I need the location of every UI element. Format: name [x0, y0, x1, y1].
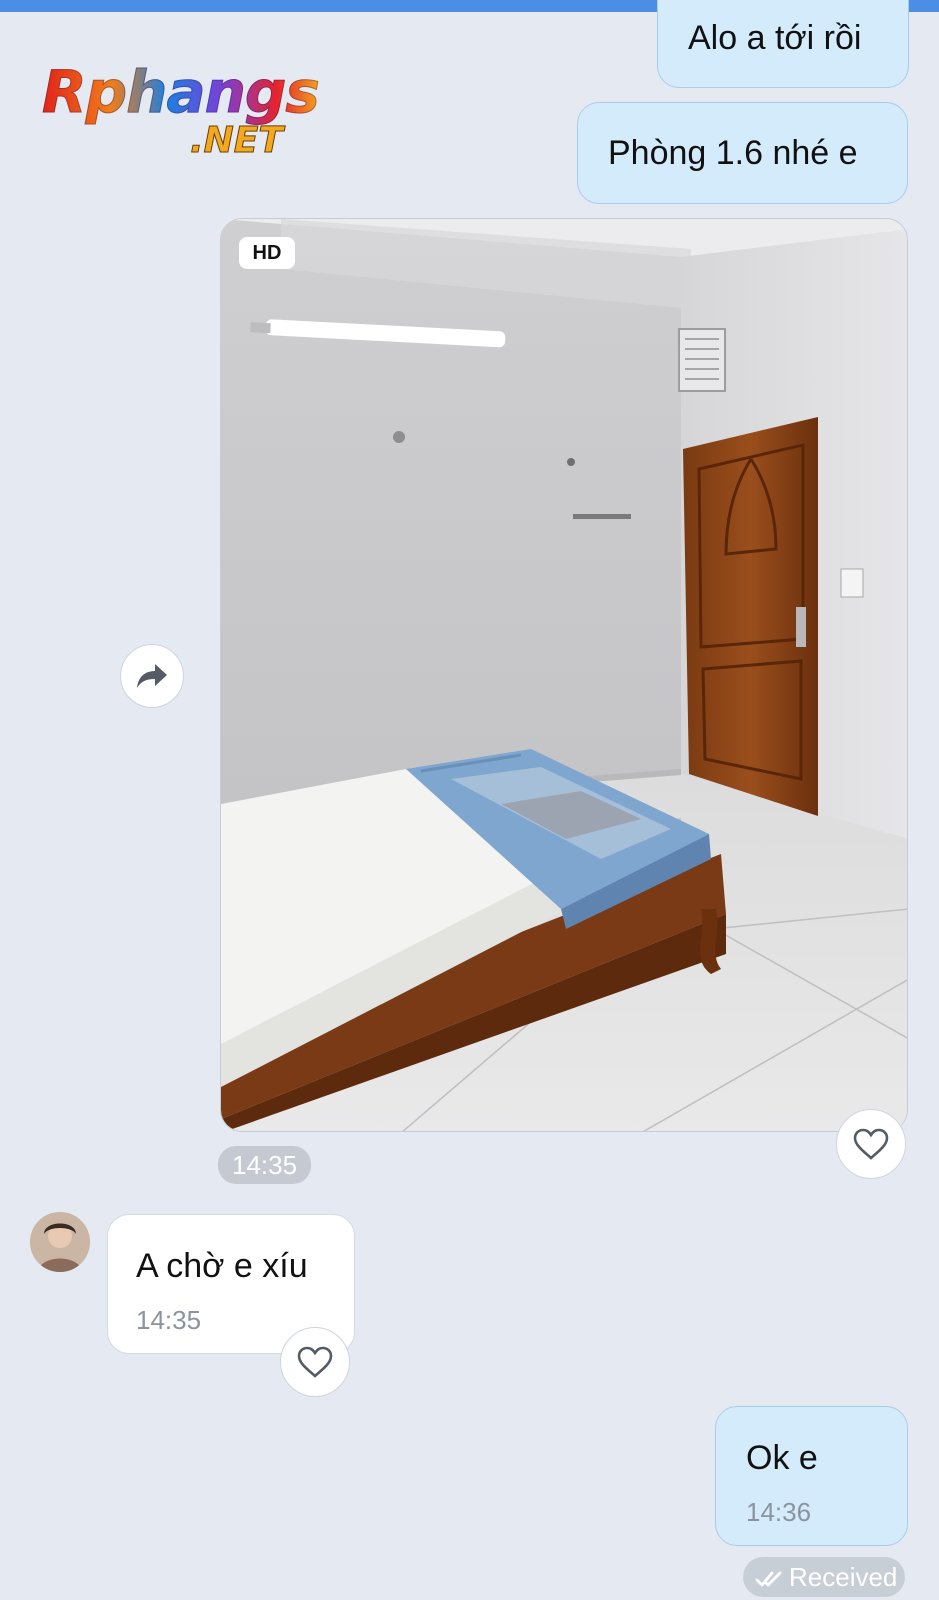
like-button[interactable] — [836, 1109, 906, 1179]
like-button[interactable] — [280, 1327, 350, 1397]
double-check-icon — [755, 1571, 782, 1587]
heart-icon — [297, 1346, 333, 1378]
outgoing-message[interactable]: Phòng 1.6 nhé e — [577, 102, 908, 204]
photo-timestamp: 14:35 — [218, 1146, 312, 1184]
message-text: Phòng 1.6 nhé e — [608, 134, 858, 172]
message-text: A chờ e xíu — [136, 1247, 308, 1285]
message-time: 14:35 — [136, 1305, 202, 1335]
watermark-logo: Rphangs .NET — [42, 58, 342, 168]
avatar[interactable] — [30, 1212, 90, 1272]
outgoing-message[interactable]: Ok e 14:36 — [715, 1406, 908, 1546]
avatar-image — [30, 1212, 90, 1272]
outgoing-message[interactable]: Alo a tới rồi — [657, 0, 909, 88]
delivery-status: Received — [743, 1557, 905, 1597]
forward-button[interactable] — [120, 644, 184, 708]
logo-suffix-text: .NET — [190, 120, 284, 162]
hd-badge: HD — [239, 237, 295, 269]
room-photo — [221, 219, 907, 1131]
delivery-status-label: Received — [789, 1562, 898, 1592]
logo-main-text: Rphangs — [42, 58, 321, 127]
photo-message[interactable]: HD — [220, 218, 908, 1132]
message-text: Alo a tới rồi — [688, 19, 862, 57]
forward-arrow-icon — [137, 664, 167, 688]
message-time: 14:36 — [746, 1497, 812, 1527]
message-text: Ok e — [746, 1439, 818, 1477]
heart-icon — [853, 1128, 889, 1160]
